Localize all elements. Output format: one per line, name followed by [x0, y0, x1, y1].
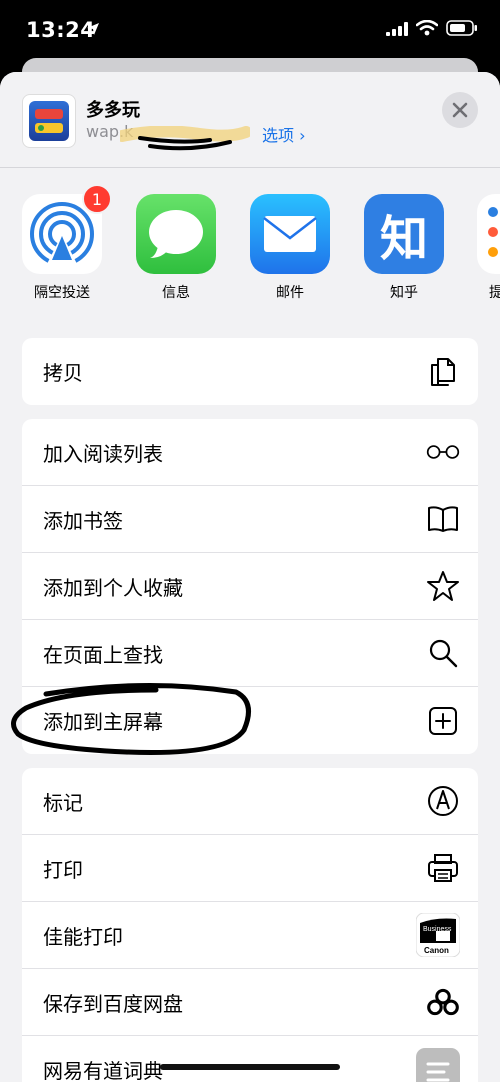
- glasses-icon: [426, 435, 460, 469]
- action-label: 添加书签: [43, 508, 123, 533]
- action-label: 标记: [43, 790, 83, 815]
- signal-icon: [386, 21, 408, 40]
- redaction-scribble: [120, 126, 250, 151]
- copy-group: 拷贝: [22, 338, 478, 405]
- action-save-baidu[interactable]: 保存到百度网盘: [22, 969, 478, 1036]
- star-icon: [426, 569, 460, 603]
- zhihu-glyph: 知: [379, 211, 428, 267]
- action-add-bookmark[interactable]: 添加书签: [22, 486, 478, 553]
- markup-icon: [426, 784, 460, 818]
- share-sheet: 多多玩 wap.k 选项 › 1 隔空投送 信息 邮件 知 知乎 提 拷贝 加入…: [0, 72, 500, 1082]
- printer-icon: [426, 851, 460, 885]
- action-add-favorite[interactable]: 添加到个人收藏: [22, 553, 478, 620]
- action-label: 在页面上查找: [43, 642, 163, 667]
- app-mail[interactable]: 邮件: [249, 194, 331, 302]
- app-airdrop[interactable]: 1 隔空投送: [21, 184, 112, 302]
- action-label: 拷贝: [43, 361, 83, 385]
- action-label: 保存到百度网盘: [43, 991, 183, 1016]
- messages-icon: [136, 194, 216, 274]
- status-time: 13:24: [26, 18, 96, 42]
- status-bar: 13:24: [0, 0, 500, 62]
- options-link[interactable]: 选项 ›: [262, 122, 306, 146]
- site-logo-icon: [29, 101, 69, 141]
- page-title: 多多玩: [86, 100, 140, 121]
- baidu-netdisk-icon: [426, 985, 460, 1019]
- app-zhihu[interactable]: 知 知乎: [363, 194, 445, 302]
- battery-icon: [446, 20, 478, 40]
- close-icon: [452, 102, 468, 118]
- canon-icon: Business Canon: [416, 913, 460, 957]
- close-button[interactable]: [442, 92, 478, 128]
- location-arrow-icon: [86, 21, 100, 40]
- app-reminders[interactable]: 提: [477, 194, 500, 302]
- circle-annotation: [11, 683, 251, 755]
- action-label: 添加到个人收藏: [43, 575, 183, 600]
- add-square-icon: [426, 704, 460, 738]
- canon-brand-text: Canon: [424, 946, 449, 955]
- app-label: 知乎: [390, 285, 418, 301]
- app-label: 隔空投送: [34, 285, 90, 301]
- app-label: 信息: [162, 285, 190, 301]
- action-label: 打印: [43, 857, 83, 882]
- reminders-icon: [477, 194, 500, 274]
- action-copy[interactable]: 拷贝: [22, 338, 478, 405]
- action-reading-list[interactable]: 加入阅读列表: [22, 419, 478, 486]
- zhihu-icon: 知: [364, 194, 444, 274]
- home-indicator[interactable]: [160, 1064, 340, 1070]
- site-thumbnail: [22, 94, 76, 148]
- share-apps-row: 1 隔空投送 信息 邮件 知 知乎 提: [0, 184, 500, 314]
- more-actions-group: 标记 打印 佳能打印 Business Canon 保存到百度网盘 网易有道词典: [22, 768, 478, 1082]
- action-markup[interactable]: 标记: [22, 768, 478, 835]
- notification-badge: 1: [82, 184, 112, 214]
- wifi-icon: [415, 19, 439, 40]
- copy-icon: [426, 355, 460, 389]
- action-youdao[interactable]: 网易有道词典: [22, 1036, 478, 1082]
- action-label: 加入阅读列表: [43, 441, 163, 466]
- canon-business-text: Business: [423, 926, 452, 933]
- action-print[interactable]: 打印: [22, 835, 478, 902]
- action-find-on-page[interactable]: 在页面上查找: [22, 620, 478, 687]
- youdao-icon: [416, 1047, 460, 1082]
- app-label: 邮件: [276, 285, 304, 301]
- action-label: 佳能打印: [43, 924, 123, 949]
- action-canon-print[interactable]: 佳能打印 Business Canon: [22, 902, 478, 969]
- mail-icon: [250, 194, 330, 274]
- status-indicators: [386, 19, 478, 40]
- app-messages[interactable]: 信息: [135, 194, 217, 302]
- action-label: 网易有道词典: [43, 1059, 163, 1082]
- airdrop-icon: 1: [22, 184, 112, 274]
- book-icon: [426, 502, 460, 536]
- search-icon: [426, 636, 460, 670]
- share-header: 多多玩 wap.k 选项 ›: [0, 72, 500, 168]
- app-label: 提: [489, 285, 500, 301]
